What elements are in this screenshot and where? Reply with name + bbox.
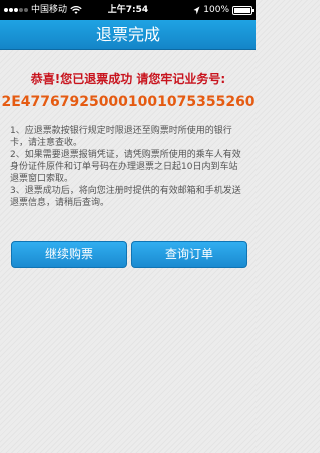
business-number: 2E477679250001001075355260	[1, 94, 255, 110]
query-order-button[interactable]: 查询订单	[131, 241, 247, 268]
note-item: 3、退票成功后，将向您注册时提供的有效邮箱和手机发送退票信息，请稍后查询。	[10, 186, 241, 208]
success-message: 恭喜!您已退票成功 请您牢记业务号:	[30, 72, 226, 86]
note-item: 2、如果需要退票报销凭证，请凭购票所使用的乘车人有效身份证件原件和订单号码在办理…	[10, 150, 241, 184]
battery-group: 100%	[193, 0, 254, 20]
status-bar: 中国移动 上午7:54 100%	[0, 0, 256, 20]
battery-fill	[234, 7, 250, 13]
page-title: 退票完成	[0, 20, 256, 50]
battery-percent: 100%	[203, 5, 229, 15]
continue-booking-button[interactable]: 继续购票	[11, 241, 127, 268]
battery-icon	[232, 5, 254, 15]
location-arrow-icon	[193, 6, 200, 14]
refund-notes: 1、应退票款按银行规定时限退还至购票时所使用的银行卡，请注意查收。 2、如果需要…	[10, 125, 246, 209]
note-item: 1、应退票款按银行规定时限退还至购票时所使用的银行卡，请注意查收。	[10, 126, 232, 148]
